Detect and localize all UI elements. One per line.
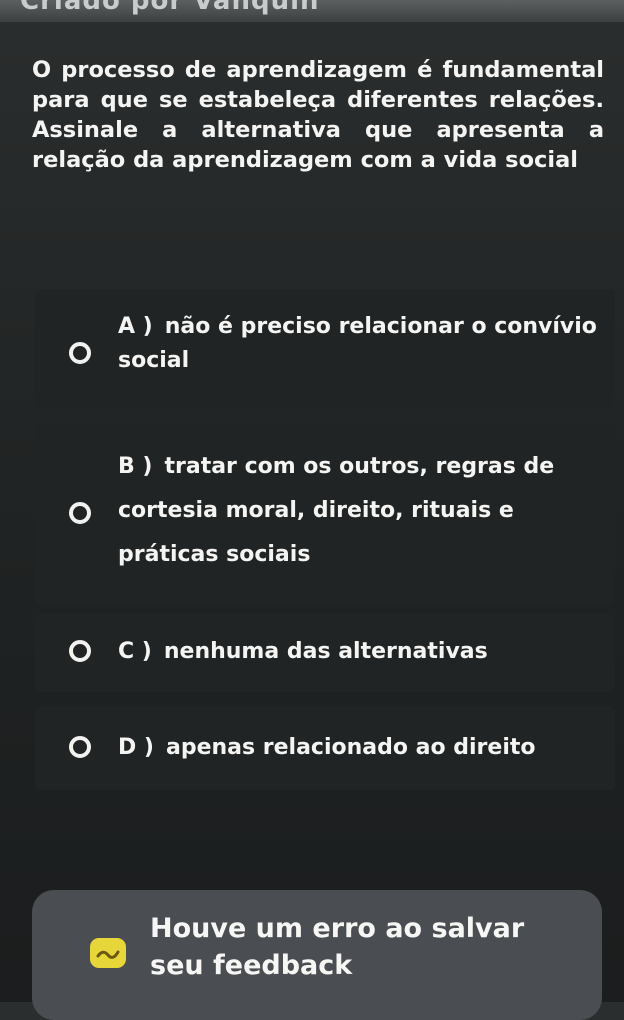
option-text: apenas relacionado ao direito xyxy=(165,735,536,760)
option-letter: D ) xyxy=(118,735,154,760)
option-d[interactable]: D ) apenas relacionado ao direito xyxy=(35,706,615,790)
option-letter: C ) xyxy=(118,639,152,664)
radio-button-icon[interactable] xyxy=(69,342,91,364)
option-d-label: D ) apenas relacionado ao direito xyxy=(118,731,605,765)
option-text: não é preciso relacionar o convívio soci… xyxy=(118,314,597,373)
header-partial-text: Criado por Vanquin xyxy=(20,0,320,16)
option-b[interactable]: B ) tratar com os outros, regras de corte… xyxy=(35,423,615,605)
option-c-label: C ) nenhuma das alternativas xyxy=(118,635,605,669)
option-b-label: B ) tratar com os outros, regras de corte… xyxy=(118,445,605,577)
option-text: tratar com os outros, regras de cortesia… xyxy=(118,454,555,567)
option-letter: B ) xyxy=(118,454,153,479)
header-strip: Criado por Vanquin xyxy=(0,0,624,22)
option-text: nenhuma das alternativas xyxy=(163,639,488,664)
option-c[interactable]: C ) nenhuma das alternativas xyxy=(35,614,615,692)
toast-message: Houve um erro ao salvar seu feedback xyxy=(150,913,525,981)
radio-button-icon[interactable] xyxy=(69,640,91,662)
option-letter: A ) xyxy=(118,314,153,339)
warning-face-icon xyxy=(90,938,126,968)
option-a-label: A ) não é preciso relacionar o convívio s… xyxy=(118,310,605,378)
question-text: O processo de aprendizagem é fundamental… xyxy=(32,57,604,173)
radio-button-icon[interactable] xyxy=(69,502,91,524)
error-toast: Houve um erro ao salvar seu feedback xyxy=(32,890,602,1020)
option-a[interactable]: A ) não é preciso relacionar o convívio s… xyxy=(35,290,615,408)
radio-button-icon[interactable] xyxy=(69,736,91,758)
